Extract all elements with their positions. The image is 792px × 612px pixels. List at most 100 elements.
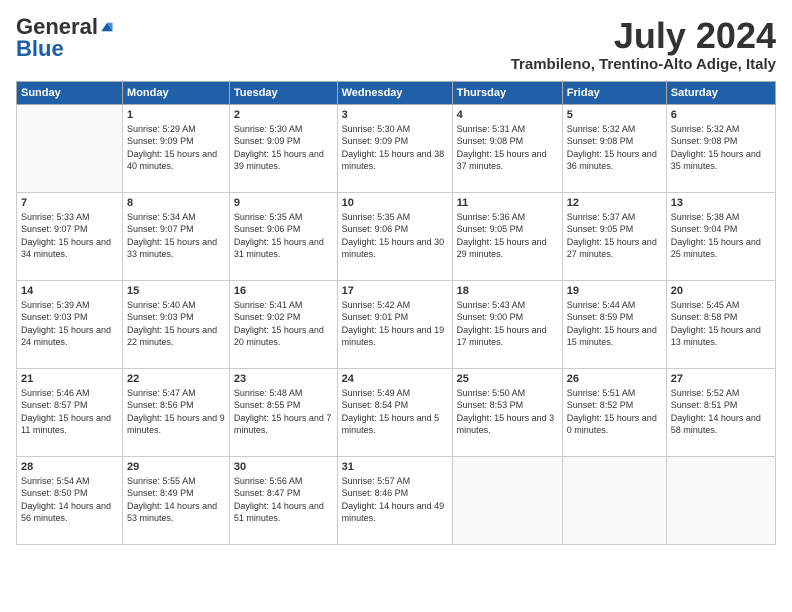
calendar-cell: 25 Sunrise: 5:50 AMSunset: 8:53 PMDayligh… (452, 368, 562, 456)
calendar-table: SundayMondayTuesdayWednesdayThursdayFrid… (16, 81, 776, 545)
day-number: 3 (342, 109, 448, 121)
calendar-cell: 4Sunrise: 5:31 AMSunset: 9:08 PMDaylight… (452, 104, 562, 192)
day-number: 8 (127, 197, 225, 209)
logo: General Blue (16, 16, 114, 60)
day-info: Sunrise: 5:48 AMSunset: 8:55 PMDaylight:… (234, 387, 333, 437)
calendar-cell: 16 Sunrise: 5:41 AMSunset: 9:02 PMDayligh… (229, 280, 337, 368)
day-number: 2 (234, 109, 333, 121)
day-info: Sunrise: 5:34 AMSunset: 9:07 PMDaylight:… (127, 211, 225, 261)
day-number: 18 (457, 285, 558, 297)
header-day: Saturday (666, 81, 775, 104)
day-info: Sunrise: 5:42 AMSunset: 9:01 PMDaylight:… (342, 299, 448, 349)
title-area: July 2024 Trambileno, Trentino-Alto Adig… (511, 16, 776, 73)
day-info: Sunrise: 5:44 AMSunset: 8:59 PMDaylight:… (567, 299, 662, 349)
header-day: Thursday (452, 81, 562, 104)
logo-blue: Blue (16, 38, 64, 60)
day-number: 12 (567, 197, 662, 209)
day-info: Sunrise: 5:39 AMSunset: 9:03 PMDaylight:… (21, 299, 118, 349)
calendar-week-row: 1Sunrise: 5:29 AMSunset: 9:09 PMDaylight… (17, 104, 776, 192)
calendar-cell: 8 Sunrise: 5:34 AMSunset: 9:07 PMDaylight… (123, 192, 230, 280)
header-day: Monday (123, 81, 230, 104)
day-info: Sunrise: 5:30 AMSunset: 9:09 PMDaylight:… (342, 123, 448, 173)
logo-general: General (16, 16, 98, 38)
day-number: 25 (457, 373, 558, 385)
day-number: 31 (342, 461, 448, 473)
calendar-cell: 3 Sunrise: 5:30 AMSunset: 9:09 PMDaylight… (337, 104, 452, 192)
day-number: 20 (671, 285, 771, 297)
day-number: 11 (457, 197, 558, 209)
calendar-cell (452, 456, 562, 544)
day-number: 16 (234, 285, 333, 297)
calendar-cell: 2 Sunrise: 5:30 AMSunset: 9:09 PMDaylight… (229, 104, 337, 192)
page-header: General Blue July 2024 Trambileno, Trent… (16, 16, 776, 73)
day-number: 17 (342, 285, 448, 297)
day-number: 28 (21, 461, 118, 473)
day-number: 30 (234, 461, 333, 473)
day-info: Sunrise: 5:31 AMSunset: 9:08 PMDaylight:… (457, 123, 558, 173)
day-number: 5 (567, 109, 662, 121)
calendar-cell: 15 Sunrise: 5:40 AMSunset: 9:03 PMDayligh… (123, 280, 230, 368)
day-info: Sunrise: 5:32 AMSunset: 9:08 PMDaylight:… (671, 123, 771, 173)
day-info: Sunrise: 5:51 AMSunset: 8:52 PMDaylight:… (567, 387, 662, 437)
calendar-cell: 17 Sunrise: 5:42 AMSunset: 9:01 PMDayligh… (337, 280, 452, 368)
calendar-week-row: 21Sunrise: 5:46 AMSunset: 8:57 PMDayligh… (17, 368, 776, 456)
calendar-cell: 13Sunrise: 5:38 AMSunset: 9:04 PMDayligh… (666, 192, 775, 280)
day-info: Sunrise: 5:49 AMSunset: 8:54 PMDaylight:… (342, 387, 448, 437)
header-row: SundayMondayTuesdayWednesdayThursdayFrid… (17, 81, 776, 104)
day-number: 29 (127, 461, 225, 473)
calendar-cell: 6 Sunrise: 5:32 AMSunset: 9:08 PMDaylight… (666, 104, 775, 192)
calendar-cell: 20 Sunrise: 5:45 AMSunset: 8:58 PMDayligh… (666, 280, 775, 368)
calendar-cell: 27 Sunrise: 5:52 AMSunset: 8:51 PMDayligh… (666, 368, 775, 456)
day-info: Sunrise: 5:35 AMSunset: 9:06 PMDaylight:… (234, 211, 333, 261)
month-year-title: July 2024 (511, 16, 776, 56)
calendar-cell: 24 Sunrise: 5:49 AMSunset: 8:54 PMDayligh… (337, 368, 452, 456)
day-number: 24 (342, 373, 448, 385)
calendar-cell: 23Sunrise: 5:48 AMSunset: 8:55 PMDayligh… (229, 368, 337, 456)
day-info: Sunrise: 5:30 AMSunset: 9:09 PMDaylight:… (234, 123, 333, 173)
day-number: 10 (342, 197, 448, 209)
calendar-cell (17, 104, 123, 192)
day-number: 26 (567, 373, 662, 385)
calendar-cell: 14Sunrise: 5:39 AMSunset: 9:03 PMDayligh… (17, 280, 123, 368)
day-info: Sunrise: 5:29 AMSunset: 9:09 PMDaylight:… (127, 123, 225, 173)
calendar-cell: 19 Sunrise: 5:44 AMSunset: 8:59 PMDayligh… (562, 280, 666, 368)
calendar-cell: 26 Sunrise: 5:51 AMSunset: 8:52 PMDayligh… (562, 368, 666, 456)
day-info: Sunrise: 5:52 AMSunset: 8:51 PMDaylight:… (671, 387, 771, 437)
day-info: Sunrise: 5:41 AMSunset: 9:02 PMDaylight:… (234, 299, 333, 349)
day-number: 15 (127, 285, 225, 297)
calendar-cell: 31 Sunrise: 5:57 AMSunset: 8:46 PMDayligh… (337, 456, 452, 544)
day-info: Sunrise: 5:47 AMSunset: 8:56 PMDaylight:… (127, 387, 225, 437)
calendar-cell: 22Sunrise: 5:47 AMSunset: 8:56 PMDayligh… (123, 368, 230, 456)
header-day: Sunday (17, 81, 123, 104)
calendar-cell: 18 Sunrise: 5:43 AMSunset: 9:00 PMDayligh… (452, 280, 562, 368)
day-info: Sunrise: 5:45 AMSunset: 8:58 PMDaylight:… (671, 299, 771, 349)
calendar-cell: 1Sunrise: 5:29 AMSunset: 9:09 PMDaylight… (123, 104, 230, 192)
day-info: Sunrise: 5:54 AMSunset: 8:50 PMDaylight:… (21, 475, 118, 525)
calendar-cell: 12 Sunrise: 5:37 AMSunset: 9:05 PMDayligh… (562, 192, 666, 280)
calendar-cell: 7Sunrise: 5:33 AMSunset: 9:07 PMDaylight… (17, 192, 123, 280)
calendar-week-row: 7Sunrise: 5:33 AMSunset: 9:07 PMDaylight… (17, 192, 776, 280)
day-info: Sunrise: 5:33 AMSunset: 9:07 PMDaylight:… (21, 211, 118, 261)
day-number: 27 (671, 373, 771, 385)
day-info: Sunrise: 5:56 AMSunset: 8:47 PMDaylight:… (234, 475, 333, 525)
calendar-cell: 28 Sunrise: 5:54 AMSunset: 8:50 PMDayligh… (17, 456, 123, 544)
day-number: 6 (671, 109, 771, 121)
day-info: Sunrise: 5:38 AMSunset: 9:04 PMDaylight:… (671, 211, 771, 261)
calendar-cell: 5 Sunrise: 5:32 AMSunset: 9:08 PMDaylight… (562, 104, 666, 192)
calendar-cell: 10 Sunrise: 5:35 AMSunset: 9:06 PMDayligh… (337, 192, 452, 280)
day-number: 19 (567, 285, 662, 297)
header-day: Wednesday (337, 81, 452, 104)
day-info: Sunrise: 5:43 AMSunset: 9:00 PMDaylight:… (457, 299, 558, 349)
logo-icon (100, 20, 114, 34)
day-info: Sunrise: 5:55 AMSunset: 8:49 PMDaylight:… (127, 475, 225, 525)
day-info: Sunrise: 5:40 AMSunset: 9:03 PMDaylight:… (127, 299, 225, 349)
day-info: Sunrise: 5:32 AMSunset: 9:08 PMDaylight:… (567, 123, 662, 173)
calendar-cell (666, 456, 775, 544)
day-info: Sunrise: 5:36 AMSunset: 9:05 PMDaylight:… (457, 211, 558, 261)
day-info: Sunrise: 5:57 AMSunset: 8:46 PMDaylight:… (342, 475, 448, 525)
day-info: Sunrise: 5:50 AMSunset: 8:53 PMDaylight:… (457, 387, 558, 437)
day-info: Sunrise: 5:37 AMSunset: 9:05 PMDaylight:… (567, 211, 662, 261)
day-info: Sunrise: 5:35 AMSunset: 9:06 PMDaylight:… (342, 211, 448, 261)
day-number: 21 (21, 373, 118, 385)
location-title: Trambileno, Trentino-Alto Adige, Italy (511, 56, 776, 73)
